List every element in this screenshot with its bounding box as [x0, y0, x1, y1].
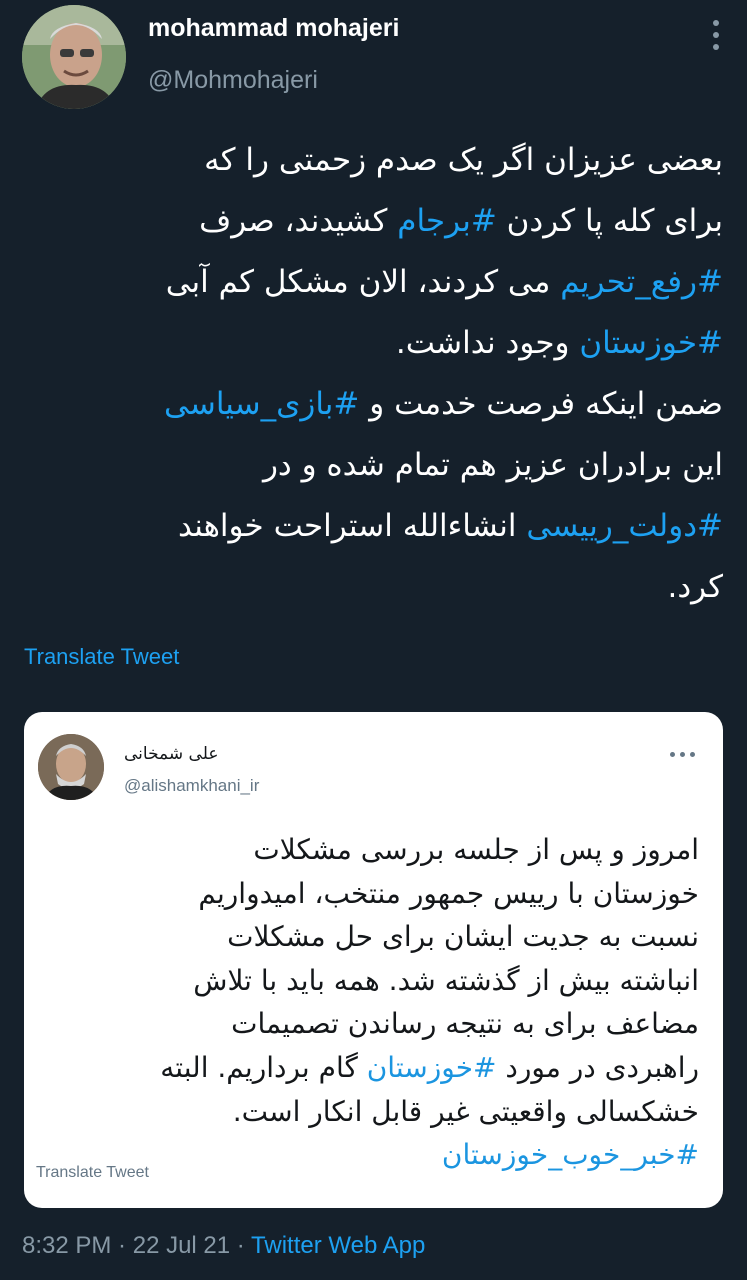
quoted-author-avatar[interactable] [38, 734, 104, 800]
text-line: #دولت_رییسی انشاءالله استراحت خواهند [26, 496, 723, 557]
tweet-text: بعضی عزیزان اگر یک صدم زحمتی را که برای ک… [26, 130, 723, 618]
hashtag-link[interactable]: #برجام [397, 203, 497, 239]
text-segment: خشکسالی واقعیتی غیر قابل انکار است. [232, 1094, 699, 1128]
tweet-source[interactable]: Twitter Web App [251, 1232, 425, 1259]
hashtag-link[interactable]: #خوزستان [367, 1051, 497, 1084]
text-line: #خوزستان وجود نداشت. [26, 313, 723, 374]
text-line: بعضی عزیزان اگر یک صدم زحمتی را که [26, 130, 723, 191]
text-segment: نسبت به جدیت ایشان برای حل مشکلات [227, 920, 699, 954]
hashtag-link[interactable]: #بازی_سیاسی [164, 386, 359, 422]
author-handle[interactable]: @Mohmohajeri [148, 66, 318, 95]
text-segment: مضاعف برای به نتیجه رساندن تصمیمات [231, 1007, 699, 1041]
author-name[interactable]: mohammad mohajeri [148, 14, 399, 43]
text-line: #رفع_تحریم می کردند، الان مشکل کم آبی [26, 252, 723, 313]
text-line: ضمن اینکه فرصت خدمت و #بازی_سیاسی [26, 374, 723, 435]
tweet-time[interactable]: 8:32 PM [22, 1232, 111, 1259]
text-line: انباشته بیش از گذشته شد. همه باید با تلا… [42, 959, 699, 1003]
quoted-tweet-text: امروز و پس از جلسه بررسی مشکلات خوزستان ب… [42, 828, 699, 1177]
quoted-author-name[interactable]: علی شمخانی [124, 744, 218, 764]
text-line: این برادران عزیز هم تمام شده و در [26, 435, 723, 496]
quoted-avatar-image [38, 734, 104, 800]
hashtag-link[interactable]: #رفع_تحریم [560, 264, 723, 300]
text-segment: می کردند، الان مشکل کم آبی [165, 264, 561, 300]
text-segment: این برادران عزیز هم تمام شده و در [262, 447, 723, 483]
text-line: برای کله پا کردن #برجام کشیدند، صرف [26, 191, 723, 252]
author-avatar[interactable] [22, 5, 126, 109]
text-segment: انشاءالله استراحت خواهند [177, 508, 527, 544]
translate-tweet-link[interactable]: Translate Tweet [24, 644, 179, 670]
card-more-options-icon[interactable] [670, 752, 695, 757]
text-segment: راهبردی در مورد [496, 1050, 699, 1084]
text-segment: انباشته بیش از گذشته شد. همه باید با تلا… [193, 963, 699, 997]
text-segment: کشیدند، صرف [199, 203, 398, 239]
hashtag-link[interactable]: #خبر_خوب_خوزستان [442, 1138, 699, 1171]
text-line: امروز و پس از جلسه بررسی مشکلات [42, 828, 699, 872]
text-line: مضاعف برای به نتیجه رساندن تصمیمات [42, 1002, 699, 1046]
text-segment: برای کله پا کردن [496, 203, 723, 239]
author-avatar-image [22, 5, 126, 109]
text-line: نسبت به جدیت ایشان برای حل مشکلات [42, 915, 699, 959]
text-segment: کرد. [667, 569, 723, 605]
text-segment: بعضی عزیزان اگر یک صدم زحمتی را که [204, 142, 723, 178]
text-segment: گام برداریم. البته [160, 1050, 367, 1084]
text-segment: وجود نداشت. [395, 325, 580, 361]
text-line: خشکسالی واقعیتی غیر قابل انکار است. [42, 1090, 699, 1134]
more-options-icon[interactable] [711, 20, 721, 50]
text-segment: امروز و پس از جلسه بررسی مشکلات [253, 833, 699, 866]
quoted-tweet-card[interactable]: علی شمخانی @alishamkhani_ir امروز و پس ا… [24, 712, 723, 1208]
meta-separator: · [111, 1232, 133, 1259]
meta-separator: · [230, 1232, 252, 1259]
text-line: خوزستان با رییس جمهور منتخب، امیدواریم [42, 872, 699, 916]
hashtag-link[interactable]: #دولت_رییسی [526, 508, 723, 544]
text-line: راهبردی در مورد #خوزستان گام برداریم. ال… [42, 1046, 699, 1090]
tweet-meta: 8:32 PM · 22 Jul 21 · Twitter Web App [22, 1232, 425, 1260]
quoted-author-handle[interactable]: @alishamkhani_ir [124, 776, 259, 796]
quoted-translate-link[interactable]: Translate Tweet [36, 1164, 149, 1182]
text-segment: ضمن اینکه فرصت خدمت و [359, 386, 723, 422]
text-segment: خوزستان با رییس جمهور منتخب، امیدواریم [198, 876, 699, 910]
hashtag-link[interactable]: #خوزستان [579, 325, 723, 361]
text-line: کرد. [26, 557, 723, 618]
tweet-date[interactable]: 22 Jul 21 [133, 1232, 230, 1259]
